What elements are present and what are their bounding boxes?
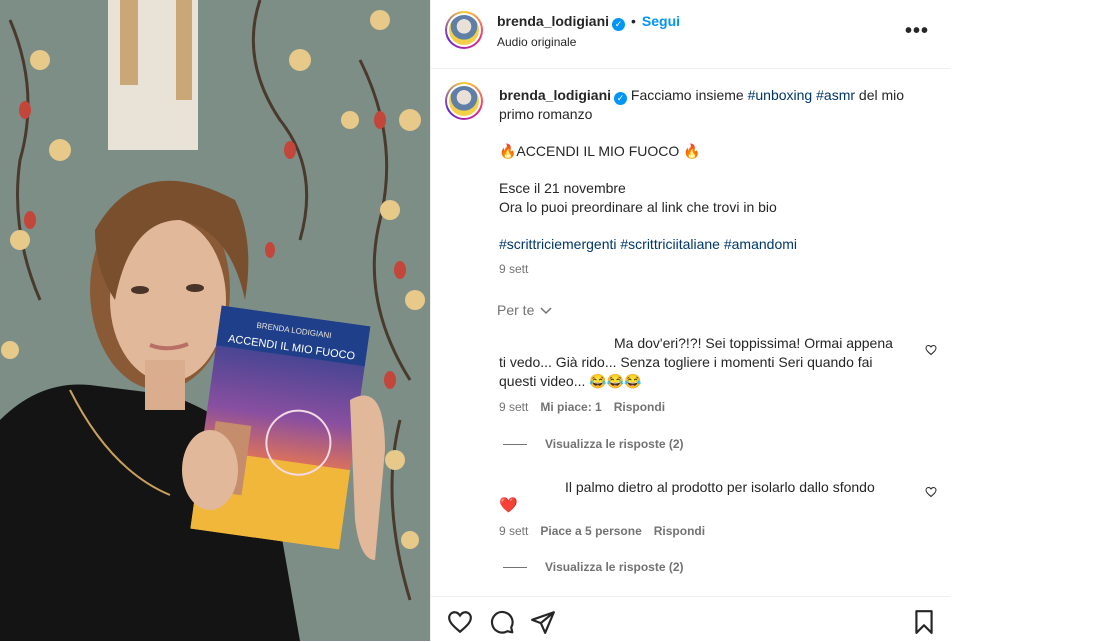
caption: brenda_lodigiani ✓ Facciamo insieme #unbo… (499, 86, 929, 279)
view-replies-button[interactable]: Visualizza le risposte (2) (503, 560, 684, 574)
comment-text: Ma dov'eri?!?! Sei toppissima! Ormai app… (499, 335, 893, 389)
caption-avatar[interactable] (445, 82, 483, 120)
hashtag-scrittriciitaliane[interactable]: #scrittriciitaliane (620, 236, 720, 252)
separator-dot: • (631, 13, 636, 29)
audio-label[interactable]: Audio originale (497, 35, 576, 49)
verified-icon: ✓ (612, 18, 626, 31)
hashtag-scrittriciemergenti[interactable]: #scrittriciemergenti (499, 236, 616, 252)
post-media[interactable]: BRENDA LODIGIANI ACCENDI IL MIO FUOCO (0, 0, 430, 641)
comment-like-heart-icon[interactable] (925, 486, 937, 498)
reply-button[interactable]: Rispondi (614, 400, 665, 414)
caption-release-line: Esce il 21 novembre (499, 180, 626, 196)
verified-icon: ✓ (614, 92, 628, 105)
caption-time[interactable]: 9 sett (499, 260, 929, 279)
more-icon[interactable]: ••• (905, 20, 929, 43)
caption-text-start: Facciamo insieme (630, 87, 748, 103)
sort-label: Per te (497, 302, 535, 318)
view-replies-button[interactable]: Visualizza le risposte (2) (503, 437, 684, 451)
page-background (950, 0, 1100, 641)
comment-icon[interactable] (489, 609, 515, 635)
hashtag-unboxing[interactable]: #unboxing (748, 87, 813, 103)
avatar[interactable] (445, 11, 483, 49)
heart-icon[interactable] (447, 609, 473, 635)
follow-button[interactable]: Segui (642, 13, 680, 29)
share-icon[interactable] (530, 609, 556, 635)
sort-dropdown[interactable]: Per te (497, 302, 552, 318)
post-photo: BRENDA LODIGIANI ACCENDI IL MIO FUOCO (0, 0, 430, 641)
view-replies-label: Visualizza le risposte (2) (545, 560, 684, 574)
bookmark-icon[interactable] (911, 609, 937, 635)
comment-likes[interactable]: Piace a 5 persone (540, 524, 641, 538)
hashtag-asmr[interactable]: #asmr (816, 87, 855, 103)
post-header: brenda_lodigiani ✓ • Segui Audio originale … (431, 0, 951, 69)
comment-time[interactable]: 9 sett (499, 400, 528, 414)
caption-preorder-line: Ora lo puoi preordinare al link che trov… (499, 199, 777, 215)
caption-title-line: 🔥ACCENDI IL MIO FUOCO 🔥 (499, 143, 701, 159)
post-panel: brenda_lodigiani ✓ • Segui Audio originale … (430, 0, 951, 641)
comment-meta: 9 sett Mi piace: 1 Rispondi (499, 400, 677, 414)
comment-text: Il palmo dietro al prodotto per isolarlo… (565, 479, 875, 495)
comment-emoji: ❤️ (499, 497, 518, 514)
comment-likes[interactable]: Mi piace: 1 (540, 400, 601, 414)
action-bar (431, 596, 951, 642)
comment-meta: 9 sett Piace a 5 persone Rispondi (499, 524, 717, 538)
reply-button[interactable]: Rispondi (654, 524, 705, 538)
username-link[interactable]: brenda_lodigiani (497, 13, 609, 29)
caption-username[interactable]: brenda_lodigiani (499, 87, 611, 103)
hashtag-amandomi[interactable]: #amandomi (724, 236, 797, 252)
view-replies-label: Visualizza le risposte (2) (545, 437, 684, 451)
comment-time[interactable]: 9 sett (499, 524, 528, 538)
chevron-down-icon (540, 307, 552, 315)
comment-like-heart-icon[interactable] (925, 344, 937, 356)
